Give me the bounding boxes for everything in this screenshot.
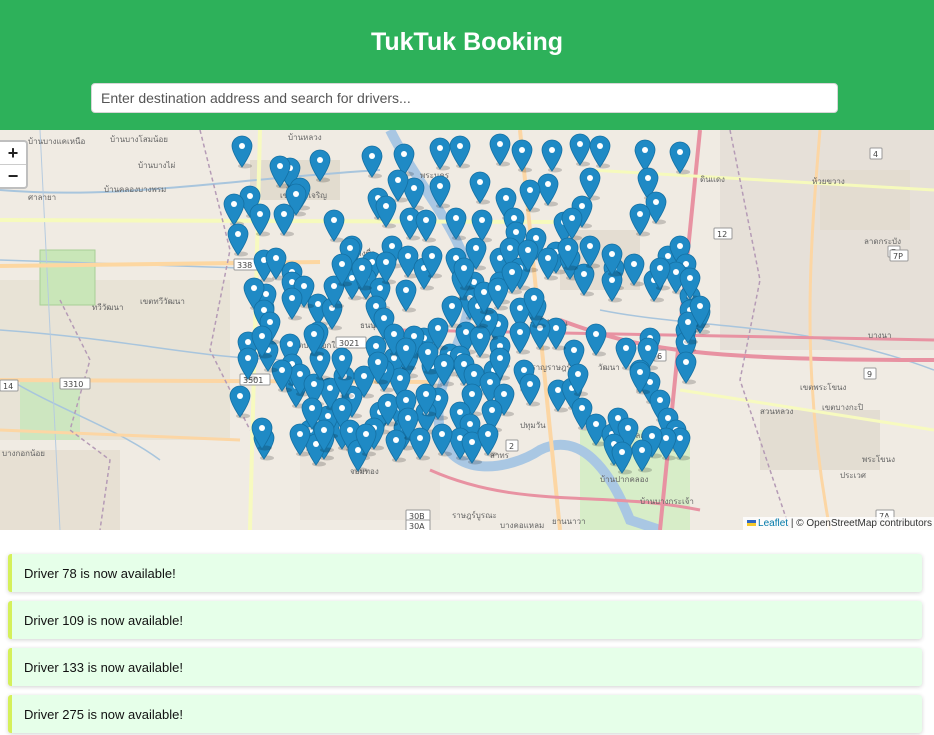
svg-text:338: 338 [237,261,252,270]
driver-notice: Driver 109 is now available! [8,601,922,639]
page-title: TukTuk Booking [370,28,564,56]
zoom-in-button[interactable]: + [0,142,26,165]
driver-notice: Driver 133 is now available! [8,648,922,686]
map-place-label: ศาลายา [28,193,56,202]
map-place-label: ห้วยขวาง [812,177,845,186]
svg-text:12: 12 [717,230,727,239]
driver-notice: Driver 275 is now available! [8,695,922,733]
map-place-label: พระโขนง [862,454,895,464]
app-header: TukTuk Booking [0,0,934,130]
map-place-label: บ้านบางกระเจ้า [640,497,694,506]
map-place-label: บ้านปากคลอง [600,475,649,484]
map-place-label: เขตทวีวัฒนา [140,297,185,306]
road-shield: 3310 [59,377,91,390]
map-place-label: บางกอกน้อย [2,449,45,458]
driver-notices-list: Driver 78 is now available! Driver 109 i… [0,530,934,733]
road-shield: 14 [0,379,19,392]
driver-notice-text: Driver 275 is now available! [24,706,183,722]
map-place-label: ลาดกระบัง [864,237,901,246]
svg-text:2: 2 [509,442,514,451]
road-shield: 30A [405,519,431,530]
map-place-label: บางนา [868,331,891,340]
driver-notice-text: Driver 133 is now available! [24,659,183,675]
attribution-text: | © OpenStreetMap contributors [788,518,932,529]
map-attribution: Leaflet | © OpenStreetMap contributors [743,517,934,530]
svg-text:14: 14 [3,382,13,391]
zoom-out-button[interactable]: − [0,165,26,187]
zoom-control: + − [0,140,28,189]
road-shield: 3021 [335,336,367,349]
svg-text:4: 4 [873,150,878,159]
map-tiles[interactable]: บ้านบางแคเหนือบ้านบางไผ่ บ้านบางโสมน้อยศา… [0,130,934,530]
map-place-label: ดินแดง [700,175,725,184]
road-shield: 9 [863,367,877,380]
map-place-label: ทวีวัฒนา [92,303,123,312]
map-place-label: ยานนาวา [552,517,586,526]
road-shield: 2 [505,439,519,452]
map-place-label: บ้านบางแคเหนือ [28,137,86,146]
driver-notice: Driver 78 is now available! [8,554,922,592]
map-place-label: บ้านบางโสมน้อย [110,134,168,144]
search-wrapper [91,83,838,113]
map-place-label: บ้านหลวง [288,133,322,142]
map-place-label: วัฒนา [598,363,620,372]
map-place-label: บางคอแหลม [500,521,544,530]
map-view[interactable]: บ้านบางแคเหนือบ้านบางไผ่ บ้านบางโสมน้อยศา… [0,130,934,530]
map-place-label: ประเวศ [840,471,866,480]
leaflet-link[interactable]: Leaflet [758,518,788,529]
ukraine-flag-icon [747,520,757,527]
road-shield: 4 [869,147,883,160]
map-place-label: ปทุมวัน [520,421,546,430]
road-shield: 30B [405,509,431,522]
map-place-label: ราษฎร์บูรณะ [452,510,497,521]
driver-notice-text: Driver 109 is now available! [24,612,183,628]
map-place-label: เขตบางกะปิ [822,403,863,412]
map-place-label: สวนหลวง [760,407,794,416]
svg-text:7P: 7P [893,252,903,261]
svg-text:30A: 30A [409,522,425,530]
map-place-label: เขตพระโขนง [800,382,847,392]
svg-text:9: 9 [867,370,872,379]
destination-search-input[interactable] [91,83,838,113]
driver-notice-text: Driver 78 is now available! [24,565,176,581]
road-shield: 12 [713,227,733,240]
svg-text:3021: 3021 [339,339,359,348]
map-place-label: บ้านบางไผ่ [138,161,176,170]
map-place-label: บ้านคลองบางพรม [104,185,166,194]
svg-text:3310: 3310 [63,380,83,389]
road-shield: 7P [889,249,909,262]
